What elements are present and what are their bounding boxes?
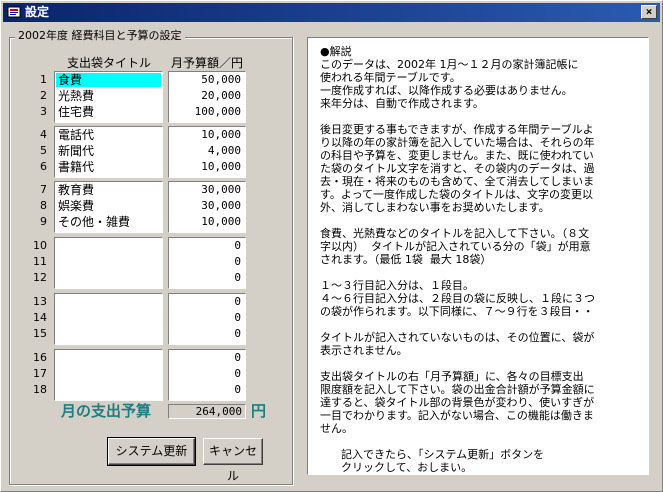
bag-title-input[interactable]: 光熱費: [56, 89, 161, 103]
bag-title-input[interactable]: [56, 295, 161, 309]
amount-column-header: 月予算額／円: [171, 56, 244, 70]
bag-title-input[interactable]: [56, 239, 161, 253]
bag-title-input[interactable]: 書籍代: [56, 160, 161, 174]
row-number: 14: [33, 311, 47, 324]
budget-amount-input[interactable]: 0: [170, 311, 244, 325]
title-field-group: [54, 237, 163, 289]
settings-window: 設定 × 2002年度 経費科目と予算の設定 支出袋タイトル 月予算額／円 12…: [0, 0, 663, 492]
amount-field-group: 0 0 0: [168, 349, 246, 401]
title-field-group: [54, 293, 163, 345]
budget-amount-input[interactable]: 0: [170, 295, 244, 309]
row-number: 9: [40, 215, 47, 228]
row-number: 3: [40, 105, 47, 118]
bag-title-input[interactable]: [56, 271, 161, 285]
bag-title-input[interactable]: [56, 351, 161, 365]
budget-amount-input[interactable]: 30,000: [170, 199, 244, 213]
budget-amount-input[interactable]: 0: [170, 239, 244, 253]
system-update-button[interactable]: システム更新: [107, 437, 196, 466]
row-number: 10: [33, 239, 47, 252]
budget-amount-input[interactable]: 10,000: [170, 128, 244, 142]
budget-amount-input[interactable]: 0: [170, 351, 244, 365]
bag-title-input[interactable]: 娯楽費: [56, 199, 161, 213]
total-value: 264,000: [168, 404, 246, 419]
amount-field-group: 0 0 0: [168, 237, 246, 289]
bag-title-input[interactable]: [56, 311, 161, 325]
title-field-group: [54, 349, 163, 401]
row-number: 1: [40, 73, 47, 86]
cancel-button[interactable]: キャンセル: [203, 438, 263, 483]
bag-title-input[interactable]: 新聞代: [56, 144, 161, 158]
title-column-header: 支出袋タイトル: [67, 56, 152, 70]
app-icon: [7, 6, 21, 18]
budget-amount-input[interactable]: 10,000: [170, 215, 244, 229]
bag-title-input[interactable]: 住宅費: [56, 105, 161, 119]
row-number: 7: [40, 183, 47, 196]
bag-title-input[interactable]: 電話代: [56, 128, 161, 142]
row-number: 2: [40, 89, 47, 102]
row-number: 4: [40, 128, 47, 141]
row-number: 11: [33, 255, 47, 268]
row-number: 18: [33, 383, 47, 396]
bag-title-input[interactable]: その他・雑費: [56, 215, 161, 229]
bag-title-input[interactable]: 教育費: [56, 183, 161, 197]
amount-field-group: 10,000 4,000 10,000: [168, 126, 246, 178]
row-number: 8: [40, 199, 47, 212]
explanation-text: ●解説 このデータは、2002年 1月～１２月の家計簿記帳に 使われる年間テーブ…: [307, 37, 649, 475]
budget-amount-input[interactable]: 10,000: [170, 160, 244, 174]
total-unit: 円: [251, 402, 267, 420]
amount-field-group: 30,000 30,000 10,000: [168, 181, 246, 233]
row-number: 15: [33, 327, 47, 340]
bag-title-input[interactable]: [56, 367, 161, 381]
total-label: 月の支出予算: [61, 402, 152, 420]
amount-field-group: 0 0 0: [168, 293, 246, 345]
row-number: 5: [40, 144, 47, 157]
amount-field-group: 50,000 20,000 100,000: [168, 71, 246, 123]
bag-title-input[interactable]: [56, 255, 161, 269]
row-number: 6: [40, 160, 47, 173]
budget-amount-input[interactable]: 0: [170, 327, 244, 341]
row-number: 17: [33, 367, 47, 380]
close-button[interactable]: ×: [641, 5, 657, 19]
budget-amount-input[interactable]: 100,000: [170, 105, 244, 119]
budget-amount-input[interactable]: 30,000: [170, 183, 244, 197]
row-number: 16: [33, 351, 47, 364]
row-number: 12: [33, 271, 47, 284]
title-bar: 設定 ×: [3, 3, 660, 22]
budget-amount-input[interactable]: 50,000: [170, 73, 244, 87]
bag-title-input[interactable]: [56, 327, 161, 341]
window-title: 設定: [25, 5, 50, 19]
title-field-group: 電話代 新聞代 書籍代: [54, 126, 163, 178]
bag-title-input[interactable]: 食費: [56, 73, 161, 87]
budget-amount-input[interactable]: 20,000: [170, 89, 244, 103]
groupbox-legend: 2002年度 経費科目と予算の設定: [15, 29, 185, 43]
bag-title-input[interactable]: [56, 383, 161, 397]
title-field-group: 食費 光熱費 住宅費: [54, 71, 163, 123]
budget-amount-input[interactable]: 4,000: [170, 144, 244, 158]
title-field-group: 教育費娯楽費その他・雑費: [54, 181, 163, 233]
budget-amount-input[interactable]: 0: [170, 255, 244, 269]
budget-amount-input[interactable]: 0: [170, 271, 244, 285]
budget-amount-input[interactable]: 0: [170, 383, 244, 397]
budget-amount-input[interactable]: 0: [170, 367, 244, 381]
row-number: 13: [33, 295, 47, 308]
